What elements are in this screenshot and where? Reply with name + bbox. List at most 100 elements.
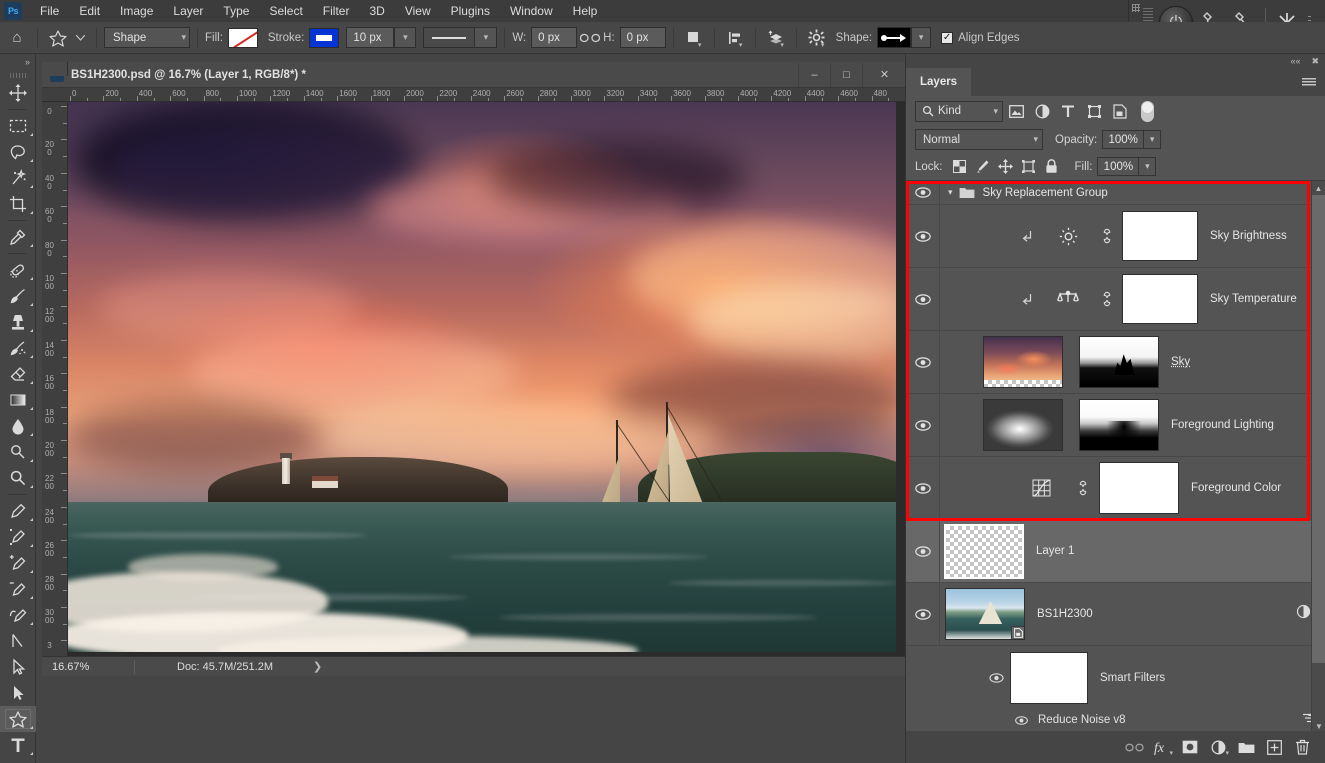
direct-selection-tool[interactable] <box>0 680 36 706</box>
pen-tool[interactable] <box>0 498 36 524</box>
zoom-tool[interactable] <box>0 465 36 491</box>
lock-transparent-pixels-icon[interactable] <box>948 156 971 178</box>
add-anchor-point-tool[interactable] <box>0 550 36 576</box>
minimize-button[interactable]: – <box>798 62 830 87</box>
menu-item-layer[interactable]: Layer <box>163 1 213 21</box>
double-chevron-right-icon[interactable]: » <box>0 54 35 70</box>
preset-chevron-down-icon[interactable] <box>71 26 89 50</box>
scrollbar-thumb[interactable] <box>1312 195 1325 663</box>
fill-value[interactable]: 100% <box>1097 157 1140 176</box>
tool-mode-dropdown[interactable]: Shape ▾ <box>104 27 190 48</box>
layers-scrollbar[interactable]: ▲ ▼ <box>1311 181 1325 733</box>
menu-item-plugins[interactable]: Plugins <box>441 1 500 21</box>
adjustment-layer-filter-icon[interactable] <box>1029 100 1055 122</box>
stroke-style-preview[interactable] <box>423 27 476 48</box>
curves-icon[interactable] <box>1028 479 1056 497</box>
vertical-ruler[interactable]: 0 200 400 600 800 1000 1200 1400 1600 1800 2000 220… <box>42 102 68 676</box>
shape-width-field[interactable]: 0 px <box>531 27 578 48</box>
add-layer-mask-button[interactable] <box>1176 734 1204 760</box>
layer-row-sky[interactable]: Sky <box>906 331 1325 394</box>
freeform-pen-tool[interactable] <box>0 524 36 550</box>
path-selection-tool[interactable] <box>0 654 36 680</box>
layer-row-layer-1[interactable]: Layer 1 <box>906 520 1325 583</box>
fill-scrubber-chevron-down-icon[interactable]: ▾ <box>1139 157 1157 176</box>
shape-layer-filter-icon[interactable] <box>1081 100 1107 122</box>
lock-artboard-nesting-icon[interactable] <box>1017 156 1040 178</box>
menu-item-edit[interactable]: Edit <box>69 1 110 21</box>
smart-filter-visibility-toggle[interactable] <box>1010 715 1032 725</box>
rectangular-marquee-tool[interactable] <box>0 113 36 139</box>
document-title-bar[interactable]: Ps BS1H2300.psd @ 16.7% (Layer 1, RGB/8*… <box>42 62 906 88</box>
shape-preset-dropdown[interactable]: ▾ <box>911 27 932 48</box>
hand-tool[interactable] <box>0 758 36 763</box>
layer-visibility-toggle[interactable] <box>906 268 940 330</box>
custom-shape-tool[interactable] <box>0 706 36 732</box>
delete-anchor-point-tool[interactable] <box>0 576 36 602</box>
home-icon[interactable]: ⌂ <box>4 26 30 50</box>
gradient-tool[interactable] <box>0 387 36 413</box>
color-balance-icon[interactable] <box>1054 290 1082 308</box>
menu-item-file[interactable]: File <box>30 1 69 21</box>
path-arrangement-icon[interactable]: ▾ <box>763 26 789 50</box>
lock-image-pixels-icon[interactable] <box>971 156 994 178</box>
layer-visibility-toggle[interactable] <box>906 457 940 519</box>
layer-mask-thumbnail[interactable] <box>1122 274 1198 324</box>
layer-thumbnail-bs1h2300[interactable] <box>945 588 1025 640</box>
pixel-layer-filter-icon[interactable] <box>1003 100 1029 122</box>
menu-item-3d[interactable]: 3D <box>359 1 394 21</box>
lock-all-icon[interactable] <box>1040 156 1063 178</box>
canvas-area[interactable] <box>68 102 906 676</box>
layer-row-group[interactable]: ▾ Sky Replacement Group <box>906 181 1325 205</box>
document-image[interactable] <box>68 102 896 652</box>
panel-menu-icon[interactable] <box>1302 68 1325 96</box>
layer-thumbnail-foreground-lighting[interactable] <box>983 399 1063 451</box>
crop-tool[interactable] <box>0 191 36 217</box>
delete-layer-button[interactable] <box>1288 734 1316 760</box>
layer-visibility-toggle[interactable] <box>906 205 940 267</box>
new-layer-button[interactable] <box>1260 734 1288 760</box>
smart-filters-mask-thumbnail[interactable] <box>1010 651 1088 704</box>
stroke-width-field[interactable]: 10 px <box>346 27 395 48</box>
object-selection-tool[interactable] <box>0 165 36 191</box>
layer-visibility-toggle[interactable] <box>906 583 940 645</box>
layer-name-sky[interactable]: Sky <box>1171 356 1190 368</box>
maximize-button[interactable]: □ <box>830 62 862 87</box>
layer-mask-thumbnail-sky[interactable] <box>1079 336 1159 388</box>
menu-item-view[interactable]: View <box>395 1 441 21</box>
type-layer-filter-icon[interactable] <box>1055 100 1081 122</box>
close-button[interactable]: ✕ <box>862 62 906 87</box>
add-layer-style-button[interactable]: fx ▾ <box>1148 734 1176 760</box>
history-brush-tool[interactable] <box>0 335 36 361</box>
layer-mask-thumbnail-foreground-color[interactable] <box>1099 462 1179 514</box>
menu-item-window[interactable]: Window <box>500 1 563 21</box>
eraser-tool[interactable] <box>0 361 36 387</box>
custom-shape-preset-icon[interactable] <box>45 26 71 50</box>
layer-thumbnail-sky[interactable] <box>983 336 1063 388</box>
line-tool[interactable] <box>0 628 36 654</box>
spot-healing-brush-tool[interactable] <box>0 257 36 283</box>
chevron-down-icon[interactable]: ▾ <box>948 187 953 198</box>
brush-tool[interactable] <box>0 283 36 309</box>
lasso-tool[interactable] <box>0 139 36 165</box>
shape-height-field[interactable]: 0 px <box>619 27 666 48</box>
layer-row-foreground-lighting[interactable]: Foreground Lighting <box>906 394 1325 457</box>
tab-layers[interactable]: Layers <box>906 68 972 96</box>
menu-item-select[interactable]: Select <box>259 1 312 21</box>
filter-enable-toggle[interactable] <box>1141 100 1154 122</box>
fill-swatch[interactable] <box>227 27 258 48</box>
smart-object-filter-icon[interactable] <box>1107 100 1133 122</box>
stroke-style-dropdown[interactable]: ▾ <box>475 27 498 48</box>
layer-visibility-toggle[interactable] <box>906 331 940 393</box>
layer-row-bs1h2300[interactable]: BS1H2300 ▴ <box>906 583 1325 646</box>
dodge-tool[interactable] <box>0 439 36 465</box>
zoom-level[interactable]: 16.67% <box>42 661 134 673</box>
close-icon[interactable]: ✖ <box>1311 56 1319 67</box>
smart-filter-indicator-icon[interactable] <box>1296 604 1311 624</box>
link-layers-button[interactable] <box>1120 734 1148 760</box>
layer-mask-thumbnail[interactable] <box>1122 211 1198 261</box>
gear-icon[interactable]: ▾ <box>804 26 830 50</box>
stroke-width-dropdown[interactable]: ▾ <box>394 27 417 48</box>
double-chevron-left-icon[interactable]: «« <box>1290 56 1300 66</box>
toolbar-drag-handle[interactable] <box>0 70 35 80</box>
align-edges-checkbox[interactable]: ✓ Align Edges <box>941 31 1024 44</box>
